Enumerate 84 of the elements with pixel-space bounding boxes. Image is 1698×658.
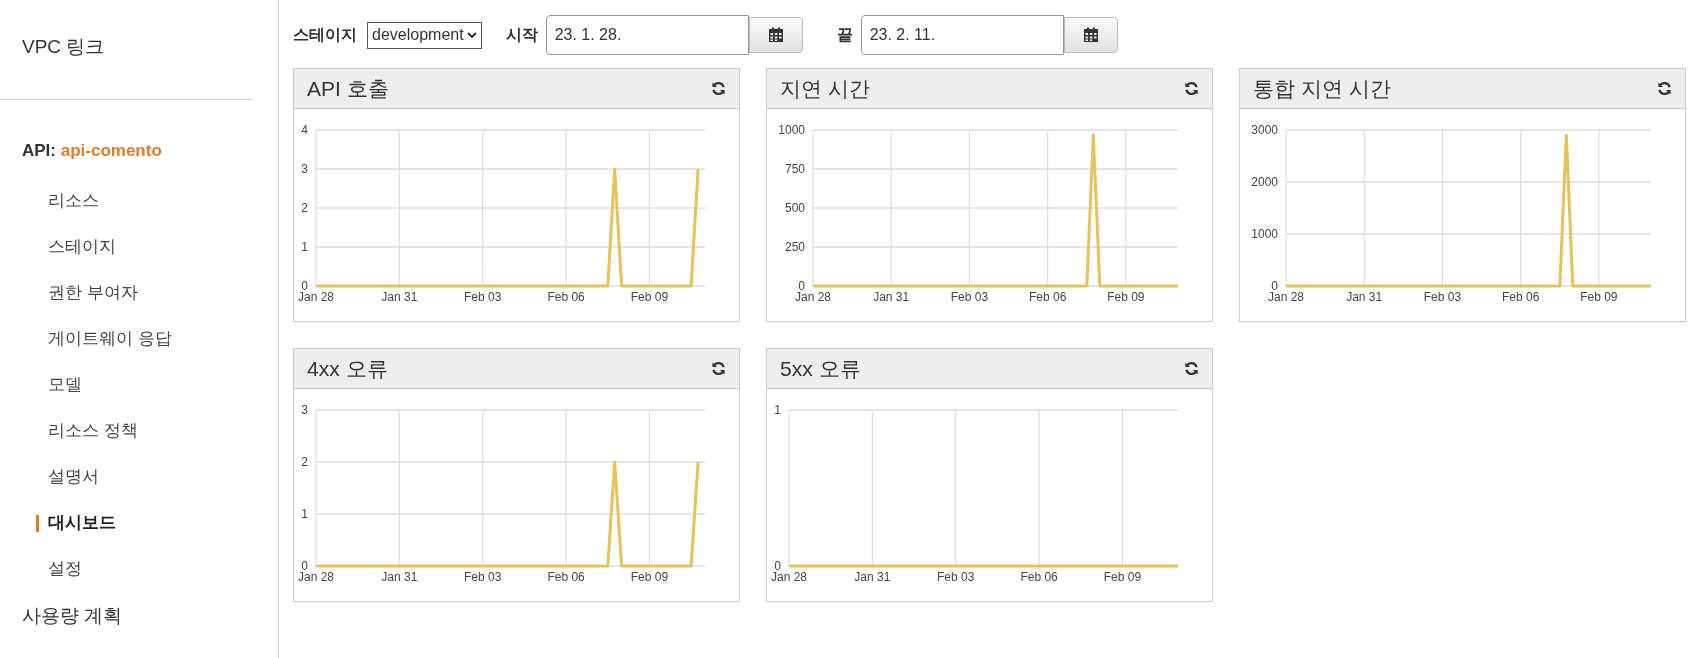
sidebar-item[interactable]: 스테이지: [48, 233, 116, 260]
panel-title: 4xx 오류: [307, 355, 388, 382]
field-label: 끝: [836, 25, 853, 45]
sidebar-item[interactable]: 리소스 정책: [48, 417, 138, 444]
sidebar-item[interactable]: 설정: [48, 555, 82, 582]
panel-title: 지연 시간: [780, 75, 870, 102]
axis-tick-label: Feb 03: [950, 290, 989, 304]
refresh-icon: [1183, 81, 1199, 96]
panel-title: 5xx 오류: [780, 355, 861, 382]
calendar-icon: [767, 27, 784, 43]
axis-tick-label: 0: [301, 559, 308, 573]
axis-tick-label: Feb 09: [630, 570, 669, 584]
calendar-button[interactable]: [748, 17, 803, 53]
sidebar-link[interactable]: VPC 링크: [0, 0, 252, 100]
axis-tick-label: 1: [301, 240, 308, 254]
sidebar-link[interactable]: 사용량 계획: [0, 591, 278, 630]
stage-select[interactable]: development: [367, 21, 482, 49]
axis-tick-label: 4: [301, 123, 308, 137]
refresh-icon: [1183, 361, 1199, 376]
caret-icon: [466, 31, 477, 39]
axis-tick-label: Feb 03: [464, 290, 502, 304]
sidebar-item[interactable]: 설명서: [48, 463, 99, 490]
axis-tick-label: Feb 03: [464, 570, 502, 584]
axis-tick-label: Jan 31: [873, 290, 910, 304]
axis-tick-label: Jan 31: [1346, 290, 1383, 304]
refresh-button[interactable]: [1656, 80, 1672, 97]
date-input[interactable]: 23. 2. 11.: [860, 15, 1064, 55]
axis-tick-label: 0: [301, 279, 308, 293]
axis-tick-label: Feb 09: [1580, 290, 1618, 304]
axis-tick-label: Feb 03: [937, 570, 975, 584]
axis-tick-label: 1000: [1251, 227, 1278, 241]
axis-tick-label: Feb 06: [547, 570, 585, 584]
panel-title: 통합 지연 시간: [1253, 75, 1391, 102]
sidebar-item[interactable]: 리소스: [48, 187, 99, 214]
refresh-button[interactable]: [710, 360, 726, 377]
sidebar-item[interactable]: 대시보드: [48, 509, 116, 536]
refresh-button[interactable]: [710, 80, 726, 97]
sidebar-item[interactable]: 모델: [48, 371, 82, 398]
axis-tick-label: Jan 28: [795, 290, 831, 304]
axis-tick-label: 2: [301, 201, 308, 215]
axis-tick-label: Feb 09: [630, 290, 669, 304]
axis-tick-label: 3000: [1251, 123, 1278, 137]
axis-tick-label: Jan 28: [298, 570, 334, 584]
axis-tick-label: 750: [784, 162, 805, 176]
axis-tick-label: Jan 28: [771, 570, 807, 584]
selected-indicator: [36, 514, 39, 532]
axis-tick-label: Feb 09: [1107, 290, 1145, 304]
axis-tick-label: 0: [1271, 279, 1278, 293]
refresh-button[interactable]: [1183, 360, 1199, 377]
axis-tick-label: 500: [784, 201, 805, 215]
axis-tick-label: 0: [774, 559, 781, 573]
axis-tick-label: Feb 06: [547, 290, 585, 304]
api-name-heading: API: api-comento: [21, 140, 163, 162]
sidebar-item[interactable]: 권한 부여자: [48, 279, 138, 306]
axis-tick-label: 0: [798, 279, 805, 293]
axis-tick-label: 1: [301, 507, 308, 521]
refresh-icon: [710, 81, 726, 96]
axis-tick-label: Jan 28: [298, 290, 334, 304]
axis-tick-label: 2000: [1251, 175, 1278, 189]
calendar-button[interactable]: [1063, 17, 1118, 53]
refresh-icon: [710, 361, 726, 376]
calendar-icon: [1082, 27, 1099, 43]
axis-tick-label: Feb 09: [1103, 570, 1142, 584]
field-label: 시작: [505, 25, 538, 45]
date-input[interactable]: 23. 1. 28.: [545, 15, 749, 55]
axis-tick-label: 1: [774, 403, 781, 417]
axis-tick-label: 1000: [778, 123, 805, 137]
refresh-icon: [1656, 81, 1672, 96]
axis-tick-label: Feb 03: [1423, 290, 1462, 304]
field-label: 스테이지: [293, 25, 357, 45]
sidebar-item[interactable]: 게이트웨이 응답: [48, 325, 172, 352]
axis-tick-label: 3: [301, 403, 308, 417]
axis-tick-label: Jan 31: [381, 570, 418, 584]
axis-tick-label: 250: [784, 240, 805, 254]
axis-tick-label: Jan 31: [854, 570, 891, 584]
axis-tick-label: Feb 06: [1020, 570, 1058, 584]
axis-tick-label: 2: [301, 455, 308, 469]
axis-tick-label: Jan 28: [1268, 290, 1304, 304]
axis-tick-label: Jan 31: [381, 290, 418, 304]
axis-tick-label: Feb 06: [1501, 290, 1540, 304]
refresh-button[interactable]: [1183, 80, 1199, 97]
panel-title: API 호출: [307, 75, 389, 102]
axis-tick-label: Feb 06: [1028, 290, 1067, 304]
axis-tick-label: 3: [301, 162, 308, 176]
